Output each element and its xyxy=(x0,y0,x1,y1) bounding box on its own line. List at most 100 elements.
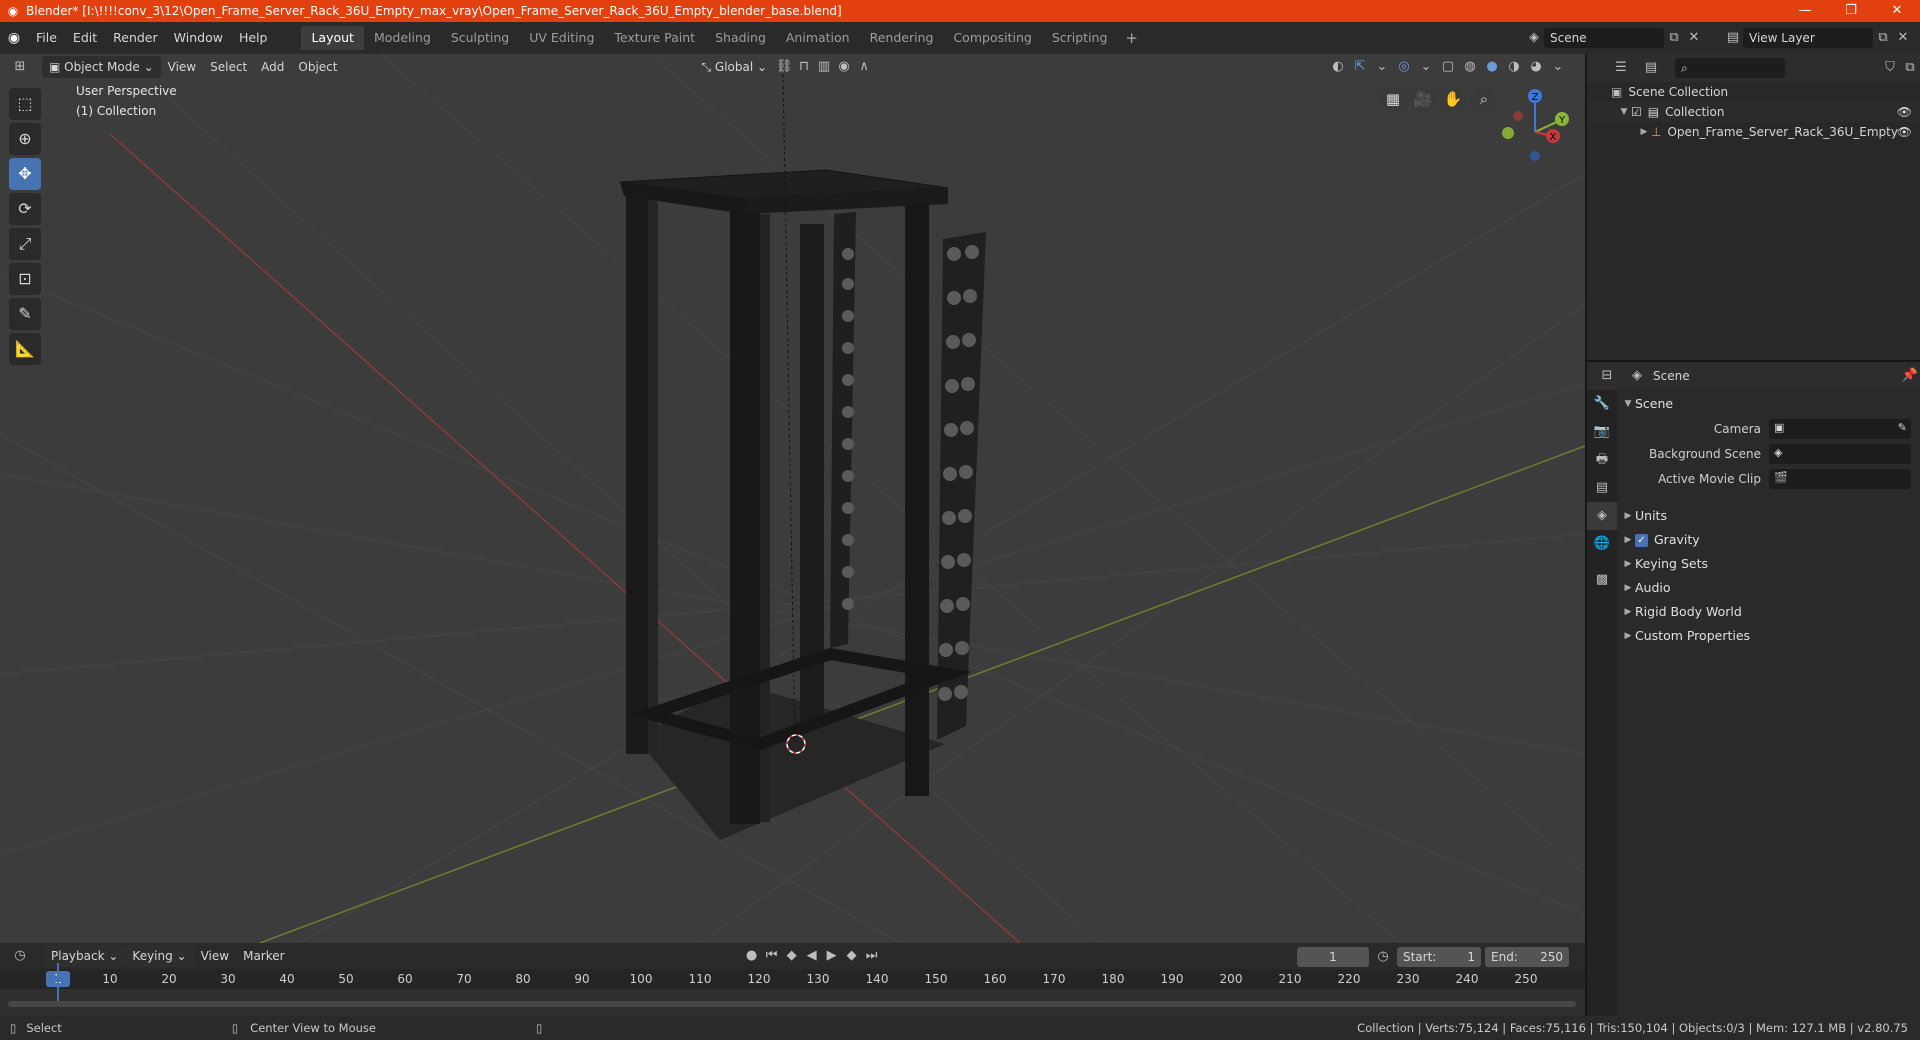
outliner-editor-type-icon[interactable]: ☰ xyxy=(1611,57,1631,79)
menu-help[interactable]: Help xyxy=(231,27,276,49)
new-collection-icon[interactable]: ⧉ xyxy=(1900,57,1920,79)
scene-browse-icon[interactable]: ◈ xyxy=(1524,27,1544,49)
object-mode-dropdown[interactable]: ▣ Object Mode ⌄ xyxy=(42,56,161,78)
jump-end-icon[interactable]: ⏭ xyxy=(862,945,882,967)
menu-render[interactable]: Render xyxy=(105,27,166,49)
tab-modeling[interactable]: Modeling xyxy=(364,26,441,50)
viewport-menu-object[interactable]: Object xyxy=(291,56,344,78)
timeline-menu-marker[interactable]: Marker xyxy=(236,945,291,967)
solid-shading-icon[interactable]: ● xyxy=(1482,56,1502,78)
transform-orientation-dropdown[interactable]: ⤡ Global ⌄ xyxy=(694,56,774,78)
output-tab-icon[interactable]: 🖶 xyxy=(1587,446,1617,474)
tab-compositing[interactable]: Compositing xyxy=(943,26,1041,50)
scene-panel-header[interactable]: ▼ Scene xyxy=(1621,392,1917,416)
scene-remove-icon[interactable]: ✕ xyxy=(1684,27,1704,49)
keying-sets-panel-header[interactable]: ▶ Keying Sets xyxy=(1621,552,1917,576)
gizmo-dropdown-icon[interactable]: ⌄ xyxy=(1372,56,1392,78)
timeline-body[interactable] xyxy=(0,963,1585,1016)
close-button[interactable]: ✕ xyxy=(1874,0,1920,22)
view-layer-tab-icon[interactable]: ▤ xyxy=(1587,474,1617,502)
minimize-button[interactable]: — xyxy=(1782,0,1828,22)
expand-arrow-icon[interactable]: ▶ xyxy=(1637,122,1651,142)
tab-scripting[interactable]: Scripting xyxy=(1042,26,1118,50)
timeline-editor-type-icon[interactable]: ◷ xyxy=(10,945,30,967)
next-keyframe-icon[interactable]: ◆ xyxy=(842,945,862,967)
tool-tab-icon[interactable]: 🔧 xyxy=(1587,390,1617,418)
tab-rendering[interactable]: Rendering xyxy=(860,26,944,50)
falloff-icon[interactable]: ∧ xyxy=(854,56,874,78)
timeline-menu-view[interactable]: View xyxy=(194,945,236,967)
add-workspace-button[interactable]: + xyxy=(1117,29,1146,47)
toggle-grid-icon[interactable]: ▦ xyxy=(1380,86,1406,112)
texture-tab-icon[interactable]: ▩ xyxy=(1587,566,1617,594)
tab-sculpting[interactable]: Sculpting xyxy=(441,26,519,50)
viewlayer-remove-icon[interactable]: ✕ xyxy=(1893,27,1913,49)
expand-arrow-icon[interactable]: ▼ xyxy=(1617,102,1631,122)
active-movie-clip-field[interactable]: 🎬 xyxy=(1769,468,1911,489)
outliner-row-object[interactable]: ▶ ⊥ Open_Frame_Server_Rack_36U_Empty 👁 xyxy=(1587,122,1920,142)
menu-edit[interactable]: Edit xyxy=(65,27,105,49)
navigation-gizmo[interactable]: Z Y X xyxy=(1502,89,1569,161)
restore-button[interactable]: ❐ xyxy=(1828,0,1874,22)
play-reverse-icon[interactable]: ◀ xyxy=(802,945,822,967)
gravity-panel-header[interactable]: ▶ ✓ Gravity xyxy=(1621,528,1917,552)
measure-tool[interactable]: 📐 xyxy=(9,333,41,365)
shading-dropdown-icon[interactable]: ⌄ xyxy=(1548,56,1568,78)
xray-icon[interactable]: ▢ xyxy=(1438,56,1458,78)
display-mode-icon[interactable]: ▤ xyxy=(1641,57,1661,79)
visibility-eye-icon[interactable]: 👁 xyxy=(1897,122,1912,142)
viewport-menu-select[interactable]: Select xyxy=(203,56,254,78)
jump-start-icon[interactable]: ⏮ xyxy=(762,945,782,967)
move-tool[interactable]: ✥ xyxy=(9,158,41,190)
zoom-icon[interactable]: ⌕ xyxy=(1471,86,1497,112)
pan-hand-icon[interactable]: ✋ xyxy=(1440,86,1466,112)
rendered-shading-icon[interactable]: ◕ xyxy=(1526,56,1546,78)
properties-editor-type-icon[interactable]: ⊟ xyxy=(1597,365,1617,387)
viewport-scene[interactable]: Z Y X xyxy=(0,54,1585,943)
preview-range-icon[interactable]: ◷ xyxy=(1373,946,1393,968)
include-checkbox[interactable]: ☑ xyxy=(1631,102,1642,122)
tab-layout[interactable]: Layout xyxy=(301,26,364,50)
menu-window[interactable]: Window xyxy=(166,27,231,49)
custom-properties-panel-header[interactable]: ▶ Custom Properties xyxy=(1621,624,1917,648)
visibility-eye-icon[interactable]: 👁 xyxy=(1897,102,1912,122)
annotate-tool[interactable]: ✎ xyxy=(9,298,41,330)
units-panel-header[interactable]: ▶ Units xyxy=(1621,504,1917,528)
visibility-icon[interactable]: ◐ xyxy=(1328,56,1348,78)
gravity-checkbox[interactable]: ✓ xyxy=(1635,533,1648,547)
camera-field[interactable]: ▣ ✎ xyxy=(1769,418,1911,439)
gizmo-toggle-icon[interactable]: ⇱ xyxy=(1350,56,1370,78)
wireframe-shading-icon[interactable]: ◍ xyxy=(1460,56,1480,78)
material-shading-icon[interactable]: ◑ xyxy=(1504,56,1524,78)
prev-keyframe-icon[interactable]: ◆ xyxy=(782,945,802,967)
record-icon[interactable]: ● xyxy=(742,945,762,967)
camera-view-icon[interactable]: 🎥 xyxy=(1410,86,1436,112)
pivot-point-icon[interactable]: ⛓ xyxy=(774,56,794,78)
world-tab-icon[interactable]: 🌐 xyxy=(1587,530,1617,558)
cursor-tool[interactable]: ⊕ xyxy=(9,123,41,155)
viewlayer-new-icon[interactable]: ⧉ xyxy=(1873,27,1893,49)
rotate-tool[interactable]: ⟳ xyxy=(9,193,41,225)
outliner-row-collection[interactable]: ▼ ☑ ▤ Collection 👁 xyxy=(1587,102,1920,122)
eyedropper-icon[interactable]: ✎ xyxy=(1898,421,1907,434)
viewport-menu-view[interactable]: View xyxy=(161,56,203,78)
tab-shading[interactable]: Shading xyxy=(705,26,776,50)
current-frame-field[interactable]: 1 xyxy=(1297,947,1369,967)
overlay-toggle-icon[interactable]: ◎ xyxy=(1394,56,1414,78)
start-frame-field[interactable]: Start: 1 xyxy=(1397,947,1481,967)
end-frame-field[interactable]: End: 250 xyxy=(1485,947,1569,967)
background-scene-field[interactable]: ◈ xyxy=(1769,443,1911,464)
transform-tool[interactable]: ⊡ xyxy=(9,263,41,295)
scale-tool[interactable]: ⤢ xyxy=(9,228,41,260)
timeline-ruler[interactable]: 10 20 30 40 50 60 70 80 90 100 110 120 1… xyxy=(0,969,1585,989)
select-box-tool[interactable]: ⬚ xyxy=(9,88,41,120)
editor-type-icon[interactable]: ⊞ xyxy=(10,56,30,78)
scene-new-icon[interactable]: ⧉ xyxy=(1664,27,1684,49)
play-icon[interactable]: ▶ xyxy=(822,945,842,967)
outliner-row-scene-collection[interactable]: ▣ Scene Collection xyxy=(1587,82,1920,102)
blender-menu-icon[interactable]: ◉ xyxy=(0,30,28,46)
tab-texture-paint[interactable]: Texture Paint xyxy=(604,26,705,50)
scene-tab-icon[interactable]: ◈ xyxy=(1587,502,1617,530)
render-tab-icon[interactable]: 📷 xyxy=(1587,418,1617,446)
tab-animation[interactable]: Animation xyxy=(776,26,860,50)
